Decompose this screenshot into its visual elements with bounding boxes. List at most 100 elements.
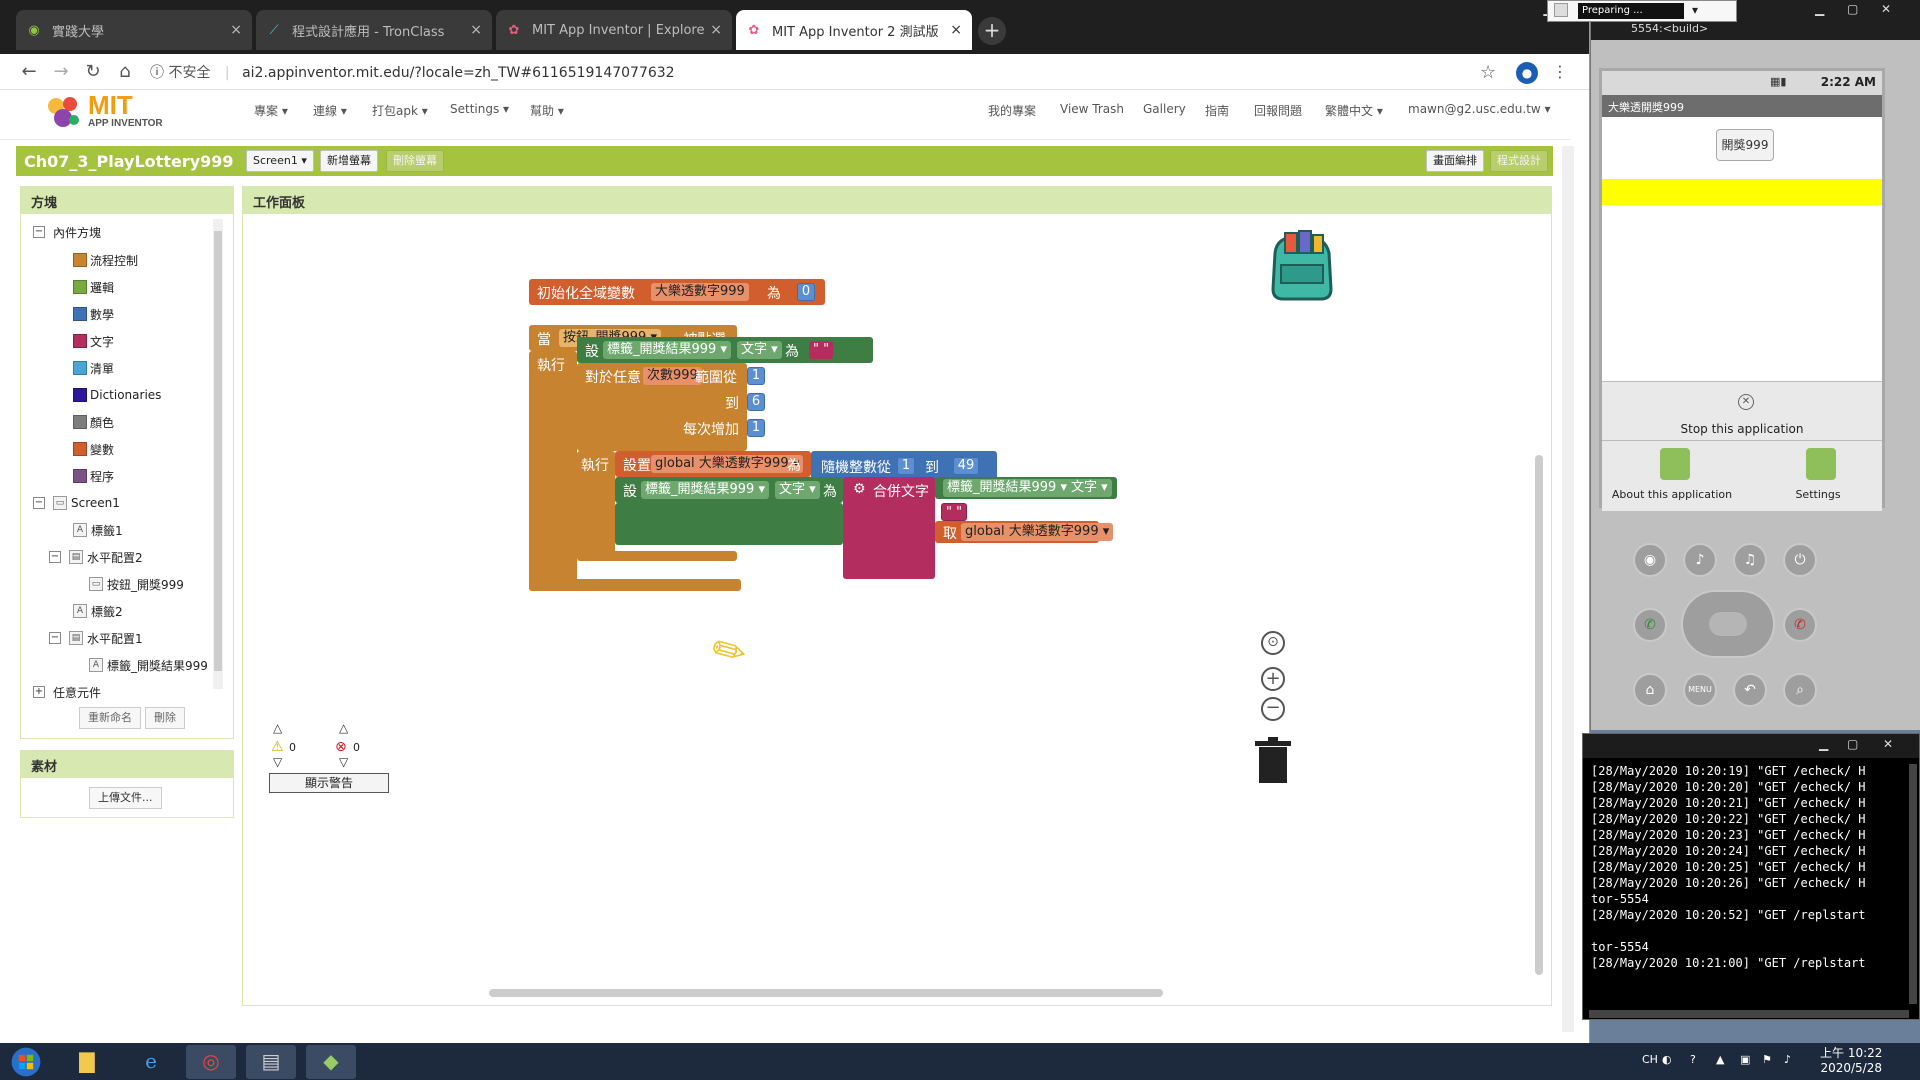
home-icon[interactable]: ⌂ (1633, 673, 1667, 707)
drawer-lists[interactable]: 清單 (73, 359, 114, 377)
stop-icon[interactable]: ✕ (1738, 394, 1754, 410)
tree-result-label[interactable]: A 標籤_開獎結果999 (89, 656, 208, 674)
home-icon[interactable]: ⌂ (114, 62, 136, 84)
global-variable-dropdown[interactable]: global 大樂透數字999 ▾ (651, 455, 804, 473)
join-text-block[interactable]: ⚙ 合併文字 (843, 477, 935, 579)
remove-screen-button[interactable]: 刪除螢幕 (386, 150, 444, 172)
show-warnings-button[interactable]: 顯示警告 (269, 773, 389, 793)
dropdown-arrow-icon[interactable]: ▾ (1692, 3, 1698, 17)
backpack-icon[interactable] (1263, 229, 1341, 303)
network-icon[interactable]: ▣ (1740, 1053, 1750, 1066)
tray-arrow-icon[interactable]: ▲ (1716, 1053, 1724, 1066)
browser-tab-3[interactable]: ✿ MIT App Inventor | Explore MIT × (496, 10, 732, 50)
nav-guide[interactable]: 指南 (1205, 102, 1229, 119)
global-variable-dropdown[interactable]: global 大樂透數字999 ▾ (961, 523, 1114, 541)
power-icon[interactable]: ⏻ (1783, 543, 1817, 577)
menu-help[interactable]: 幫助 ▾ (530, 102, 564, 119)
collapse-icon[interactable]: − (49, 632, 61, 644)
recenter-icon[interactable]: ⊙ (1261, 631, 1285, 655)
dpad[interactable] (1681, 590, 1775, 658)
expand-icon[interactable]: + (33, 686, 45, 698)
tree-label2[interactable]: A 標籤2 (73, 602, 123, 620)
maximize-icon[interactable]: ▢ (1847, 737, 1858, 751)
app-window-icon[interactable]: ▤ (246, 1045, 296, 1079)
rename-button[interactable]: 重新命名 (79, 707, 141, 729)
menu-settings[interactable]: Settings ▾ (450, 102, 509, 116)
trash-icon[interactable] (1255, 737, 1291, 785)
property-dropdown[interactable]: 文字 ▾ (775, 481, 820, 499)
back-icon[interactable]: ↶ (1733, 673, 1767, 707)
end-call-icon[interactable]: ✆ (1783, 608, 1817, 642)
drawer-variables[interactable]: 變數 (73, 440, 114, 458)
chrome-icon[interactable]: ◎ (186, 1045, 236, 1079)
close-icon[interactable]: ✕ (1881, 2, 1891, 16)
console-vertical-scrollbar[interactable] (1909, 764, 1917, 1004)
start-button-icon[interactable] (2, 1045, 50, 1079)
reload-icon[interactable]: ↻ (82, 62, 104, 84)
for-range-block[interactable]: 對於任意 次數999 範圍從 到 每次增加 (577, 363, 747, 451)
workspace-vertical-scrollbar[interactable] (1535, 455, 1543, 975)
tab-close-icon[interactable]: × (470, 22, 482, 38)
tree-screen1[interactable]: − ▭ Screen1 (33, 494, 120, 512)
menu-build[interactable]: 打包apk ▾ (372, 102, 428, 119)
workspace-horizontal-scrollbar[interactable] (489, 989, 1163, 997)
page-vertical-scrollbar[interactable] (1562, 146, 1574, 1032)
global-variable-init-block[interactable]: 初始化全域變數 大樂透數字999 為 0 (529, 279, 825, 305)
close-icon[interactable]: ✕ (1883, 737, 1893, 751)
tab-close-icon[interactable]: × (230, 22, 242, 38)
info-icon[interactable]: ⓘ (150, 65, 168, 81)
loop-variable-field[interactable]: 次數999 (643, 367, 702, 385)
tree-hbox2[interactable]: − ▤ 水平配置2 (49, 548, 143, 566)
bookmark-star-icon[interactable]: ☆ (1480, 62, 1496, 83)
variable-name-field[interactable]: 大樂透數字999 (651, 283, 749, 301)
help-icon[interactable]: ? (1690, 1053, 1696, 1066)
gear-icon[interactable]: ⚙ (853, 481, 866, 497)
url-field[interactable]: ⓘ 不安全 | ai2.appinventor.mit.edu/?locale=… (150, 60, 1500, 86)
component-dropdown[interactable]: 標籤_開獎結果999 ▾ (603, 341, 731, 359)
language-indicator[interactable]: CH (1642, 1053, 1658, 1066)
drawer-procedures[interactable]: 程序 (73, 467, 114, 485)
number-block[interactable]: 1 (747, 419, 765, 437)
number-block[interactable]: 1 (897, 457, 915, 475)
tab-close-icon[interactable]: × (710, 22, 722, 38)
number-block[interactable]: 49 (953, 457, 979, 475)
forward-arrow-icon[interactable]: → (50, 62, 72, 84)
error-arrow-down-icon[interactable]: ▽ (339, 755, 348, 769)
collapse-icon[interactable]: − (33, 226, 45, 238)
menu-icon[interactable]: MENU (1683, 673, 1717, 707)
tree-label1[interactable]: A 標籤1 (73, 521, 123, 539)
delete-button[interactable]: 刪除 (145, 707, 185, 729)
component-dropdown[interactable]: 標籤_開獎結果999 ▾ (641, 481, 769, 499)
add-screen-button[interactable]: 新增螢幕 (320, 150, 378, 172)
drawer-dictionaries[interactable]: Dictionaries (73, 386, 161, 404)
nav-report-issue[interactable]: 回報問題 (1254, 102, 1302, 119)
upload-file-button[interactable]: 上傳文件... (89, 787, 162, 809)
emulator-screen[interactable]: ▦▮ 2:22 AM 大樂透開獎999 開獎999 ✕ Stop this ap… (1599, 68, 1888, 511)
screen-select[interactable]: Screen1 ▾ (246, 150, 314, 172)
property-dropdown[interactable]: 文字 ▾ (737, 341, 782, 359)
blocks-editor-button[interactable]: 程式設計 (1490, 150, 1548, 172)
designer-button[interactable]: 畫面編排 (1426, 150, 1484, 172)
flag-icon[interactable]: ⚑ (1762, 1053, 1772, 1066)
settings-option[interactable]: Settings (1748, 488, 1888, 501)
app-draw-button[interactable]: 開獎999 (1716, 129, 1774, 161)
menu-project[interactable]: 專案 ▾ (254, 102, 288, 119)
set-label-join-block[interactable]: 設 標籤_開獎結果999 ▾ 文字 ▾ 為 (615, 477, 843, 503)
maximize-icon[interactable]: ▢ (1847, 2, 1858, 16)
number-block[interactable]: 0 (797, 283, 815, 301)
appinventor-logo[interactable]: MIT APP INVENTOR (44, 90, 174, 134)
browser-tab-1[interactable]: ◉ 實踐大學 × (16, 10, 252, 50)
tree-builtin[interactable]: − 內件方塊 (33, 223, 101, 241)
collapse-icon[interactable]: − (33, 497, 45, 509)
menu-connect[interactable]: 連線 ▾ (313, 102, 347, 119)
error-arrow-up-icon[interactable]: △ (339, 721, 348, 735)
empty-text-block[interactable]: " " (941, 503, 968, 521)
nav-gallery[interactable]: Gallery (1143, 102, 1186, 116)
nav-view-trash[interactable]: View Trash (1060, 102, 1124, 116)
empty-text-block[interactable]: " " (809, 341, 834, 359)
system-clock[interactable]: 上午 10:22 2020/5/28 (1820, 1046, 1882, 1076)
collapse-icon[interactable]: − (49, 551, 61, 563)
warning-arrow-up-icon[interactable]: △ (273, 721, 282, 735)
nav-account[interactable]: mawn@g2.usc.edu.tw ▾ (1408, 102, 1551, 116)
dpad-center[interactable] (1709, 612, 1747, 636)
